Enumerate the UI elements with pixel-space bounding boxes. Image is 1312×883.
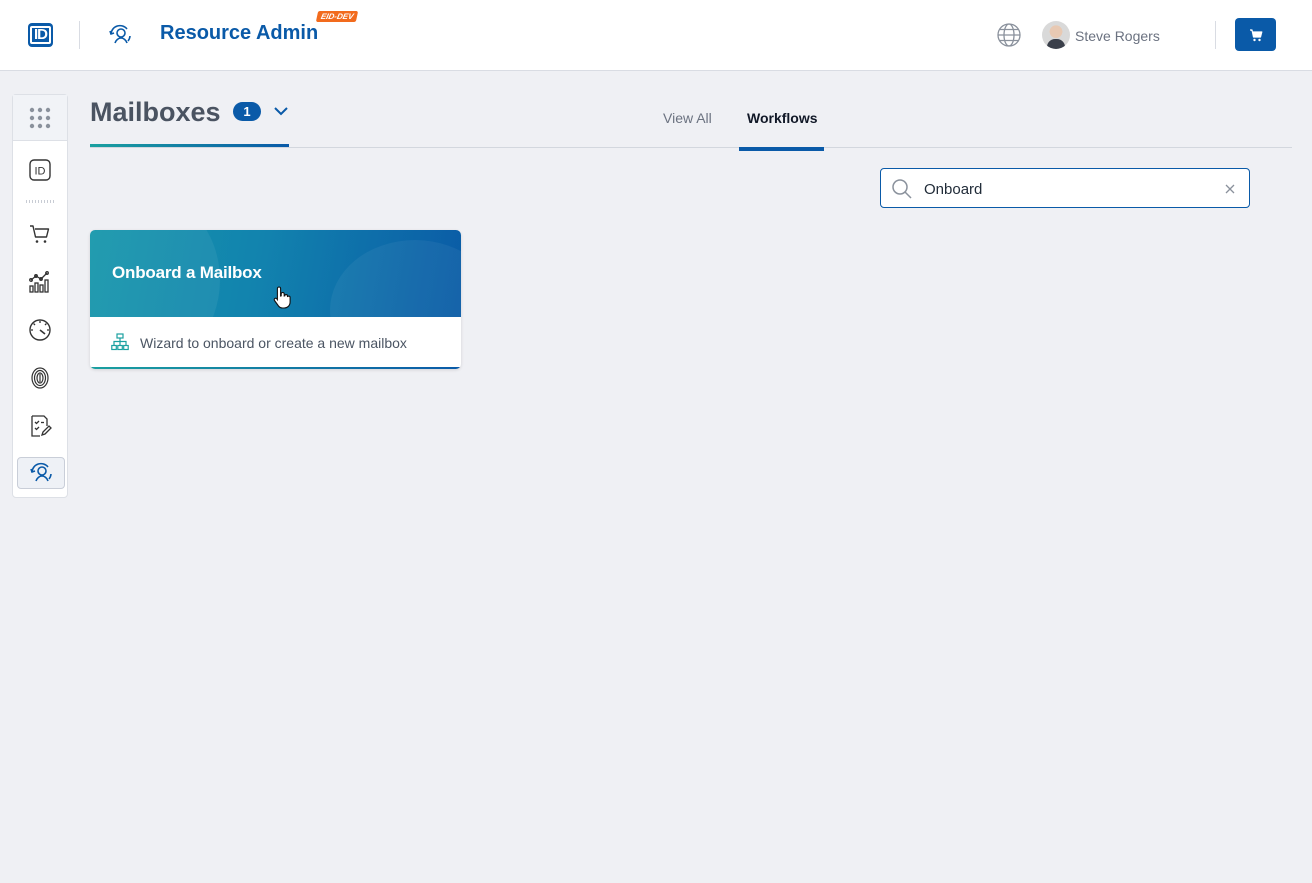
apps-grid-icon — [29, 107, 51, 128]
hand-cursor-icon — [273, 286, 291, 309]
checklist-icon — [31, 415, 52, 437]
resource-admin-icon — [30, 462, 52, 482]
card-accent-bar — [90, 367, 461, 369]
sidebar-item-tasks[interactable] — [27, 413, 53, 439]
sidebar-item-resource-admin[interactable] — [17, 457, 65, 489]
cart-button[interactable] — [1235, 18, 1276, 51]
tab-workflows[interactable]: Workflows — [747, 110, 818, 126]
active-tab-indicator — [739, 147, 824, 151]
sidebar-item-analytics[interactable] — [27, 269, 53, 295]
app-title[interactable]: Resource Admin — [160, 22, 318, 45]
tabs-divider — [90, 147, 1292, 148]
logo-text: ID — [30, 26, 51, 44]
sidebar-item-security[interactable] — [27, 365, 53, 391]
sidebar-item-shop[interactable] — [27, 221, 53, 247]
gauge-icon — [29, 319, 51, 341]
fingerprint-icon — [31, 367, 49, 389]
search-icon — [892, 179, 912, 199]
tab-view-all[interactable]: View All — [663, 110, 712, 126]
close-icon[interactable] — [1223, 182, 1237, 196]
sidebar-item-dashboard[interactable] — [27, 317, 53, 343]
workflow-icon — [111, 333, 129, 351]
analytics-icon — [29, 271, 49, 293]
svg-text:ID: ID — [35, 166, 46, 178]
user-name[interactable]: Steve Rogers — [1075, 28, 1160, 44]
header-divider — [1215, 21, 1216, 49]
sidebar: ID — [12, 94, 68, 498]
header-divider — [79, 21, 80, 49]
count-badge: 1 — [233, 102, 261, 121]
card-title: Onboard a Mailbox — [112, 263, 262, 282]
cart-icon — [1249, 28, 1262, 41]
id-icon: ID — [29, 159, 51, 181]
search-box — [880, 168, 1250, 208]
card-body: Wizard to onboard or create a new mailbo… — [90, 317, 461, 367]
globe-icon[interactable] — [996, 22, 1022, 48]
sidebar-item-apps[interactable] — [13, 95, 67, 141]
sidebar-item-identity[interactable]: ID — [27, 157, 53, 183]
environment-badge: EID-DEV — [315, 11, 359, 22]
search-input[interactable] — [924, 178, 1214, 200]
app-header: ID Resource Admin EID-DEV Steve Rogers — [0, 0, 1312, 71]
cart-icon — [30, 225, 50, 243]
workflow-card[interactable]: Onboard a Mailbox Wizard to onboard or c… — [90, 230, 461, 369]
chevron-down-icon[interactable] — [272, 104, 290, 118]
logo[interactable]: ID — [28, 23, 53, 47]
card-description: Wizard to onboard or create a new mailbo… — [140, 335, 407, 351]
sidebar-divider — [26, 200, 56, 203]
resource-admin-icon[interactable] — [107, 22, 133, 48]
page-title: Mailboxes — [90, 97, 221, 127]
card-banner: Onboard a Mailbox — [90, 230, 461, 317]
avatar[interactable] — [1042, 21, 1070, 49]
